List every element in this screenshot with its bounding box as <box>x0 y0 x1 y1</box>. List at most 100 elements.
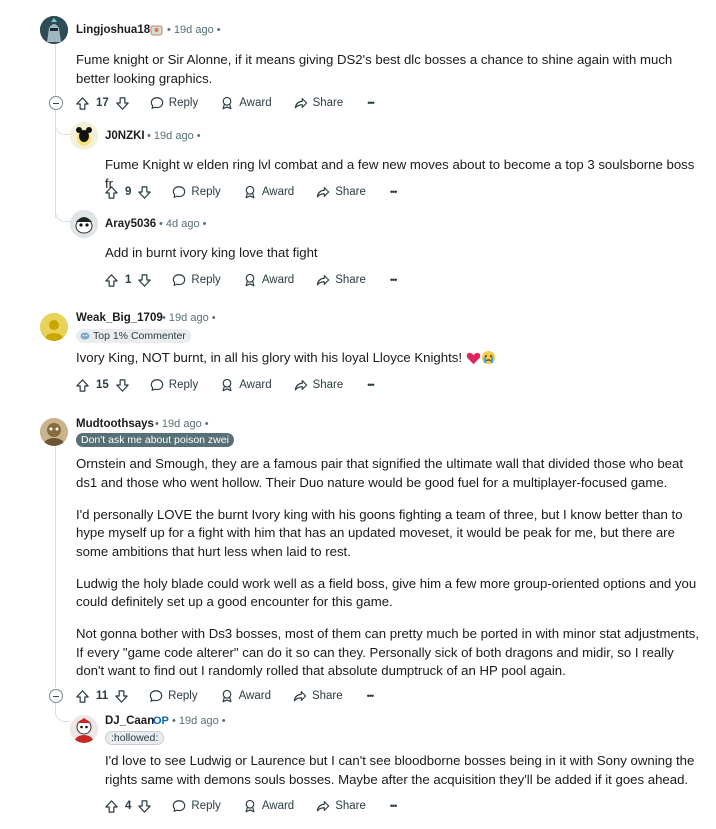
award-button[interactable]: Award <box>220 96 272 110</box>
reply-icon <box>150 379 164 392</box>
avatar[interactable] <box>70 210 98 238</box>
comment-paragraph: Ornstein and Smough, they are a famous p… <box>76 456 683 490</box>
snoo-badge-icon <box>150 23 163 36</box>
award-button[interactable]: Award <box>243 799 294 813</box>
downvote-button[interactable] <box>137 273 152 288</box>
comment-author[interactable]: DJ_Caan <box>105 715 154 727</box>
reply-button[interactable]: Reply <box>172 799 221 813</box>
collapse-thread-button[interactable] <box>49 96 63 110</box>
more-options-button[interactable]: ••• <box>390 187 398 197</box>
downvote-button[interactable] <box>115 96 130 111</box>
avatar[interactable] <box>40 313 68 341</box>
share-icon <box>293 691 307 702</box>
award-label: Award <box>261 800 295 812</box>
reply-label: Reply <box>168 690 198 702</box>
avatar-knight-icon <box>40 16 68 44</box>
vote-count: 17 <box>96 97 109 109</box>
award-icon <box>222 689 232 703</box>
downvote-button[interactable] <box>115 378 130 393</box>
comment-text: Ivory King, NOT burnt, in all his glory … <box>76 350 463 365</box>
downvote-icon <box>116 96 129 110</box>
downvote-button[interactable] <box>114 689 129 704</box>
downvote-icon <box>116 378 129 392</box>
comment-actions: 17 Reply Award Share ••• <box>75 93 375 113</box>
comment-paragraph: Ivory King, NOT burnt, in all his glory … <box>76 349 696 371</box>
upvote-button[interactable] <box>104 185 119 200</box>
thread-connector <box>55 703 70 722</box>
reply-label: Reply <box>191 274 221 286</box>
comment-author[interactable]: Weak_Big_1709 <box>76 312 163 324</box>
collapse-thread-button[interactable] <box>49 689 63 703</box>
more-options-button[interactable]: ••• <box>389 801 398 811</box>
commenter-badge-icon <box>80 332 90 340</box>
upvote-button[interactable] <box>75 689 90 704</box>
share-button[interactable]: Share <box>294 378 344 392</box>
downvote-icon <box>115 689 128 703</box>
upvote-button[interactable] <box>104 799 119 814</box>
share-button[interactable]: Share <box>316 273 366 287</box>
more-options-icon: ••• <box>389 275 398 285</box>
more-options-button[interactable]: ••• <box>389 275 398 285</box>
award-button[interactable]: Award <box>220 689 271 703</box>
award-button[interactable]: Award <box>243 185 294 199</box>
share-label: Share <box>312 379 344 391</box>
reply-button[interactable]: Reply <box>150 378 198 392</box>
comment-paragraph: Not gonna bother with Ds3 bosses, most o… <box>76 626 700 678</box>
share-button[interactable]: Share <box>294 96 344 110</box>
downvote-button[interactable] <box>137 799 152 814</box>
award-icon <box>245 185 255 199</box>
award-label: Award <box>261 186 295 198</box>
share-label: Share <box>311 690 343 702</box>
comment-author[interactable]: Mudtoothsays <box>76 418 154 430</box>
reply-label: Reply <box>168 97 199 109</box>
share-icon <box>316 801 330 812</box>
award-icon <box>245 273 255 287</box>
thread-connector <box>55 203 70 222</box>
award-icon <box>222 96 232 110</box>
comment-author[interactable]: J0NZKI <box>105 130 145 142</box>
more-options-icon: ••• <box>367 380 375 390</box>
share-button[interactable]: Share <box>316 185 366 199</box>
more-options-icon: ••• <box>389 801 398 811</box>
user-flair-text: Top 1% Commenter <box>93 330 186 342</box>
crying-face-emoji-icon <box>481 350 496 371</box>
share-button[interactable]: Share <box>316 799 366 813</box>
upvote-button[interactable] <box>75 96 90 111</box>
user-flair: Don't ask me about poison zwei <box>76 433 234 447</box>
award-icon <box>245 799 255 813</box>
comment-paragraph: Add in burnt ivory king love that fight <box>105 245 318 260</box>
comment-actions: 11 Reply Award Share ••• <box>75 686 375 706</box>
comment-actions: 1 Reply Award Share ••• <box>104 270 398 290</box>
comment-author[interactable]: Aray5036 <box>105 218 156 230</box>
avatar[interactable] <box>40 16 68 44</box>
avatar[interactable] <box>70 122 98 150</box>
comment-body: Ornstein and Smough, they are a famous p… <box>76 455 701 694</box>
user-flair: :hollowed: <box>105 731 165 745</box>
thread-line <box>55 44 56 96</box>
avatar[interactable] <box>70 715 98 743</box>
avatar[interactable] <box>40 418 68 446</box>
upvote-icon <box>105 273 118 287</box>
share-button[interactable]: Share <box>293 689 343 703</box>
reply-button[interactable]: Reply <box>150 96 198 110</box>
share-label: Share <box>312 97 344 109</box>
award-button[interactable]: Award <box>220 378 272 392</box>
award-button[interactable]: Award <box>243 273 294 287</box>
more-options-button[interactable]: ••• <box>367 98 375 108</box>
reply-button[interactable]: Reply <box>149 689 198 703</box>
more-options-icon: ••• <box>367 98 375 108</box>
downvote-button[interactable] <box>137 185 152 200</box>
upvote-icon <box>105 799 118 813</box>
comment-paragraph: Fume knight or Sir Alonne, if it means g… <box>76 52 673 86</box>
upvote-button[interactable] <box>75 378 90 393</box>
upvote-button[interactable] <box>104 273 119 288</box>
comment-author[interactable]: Lingjoshua18 <box>76 24 150 36</box>
reply-button[interactable]: Reply <box>172 273 221 287</box>
reply-button[interactable]: Reply <box>172 185 221 199</box>
more-options-button[interactable]: ••• <box>367 691 375 701</box>
comment-paragraph: I'd personally LOVE the burnt Ivory king… <box>76 506 683 559</box>
share-label: Share <box>335 186 366 198</box>
comment-actions: 15 Reply Award Share ••• <box>75 375 375 395</box>
reply-icon <box>173 186 186 199</box>
more-options-button[interactable]: ••• <box>367 380 375 390</box>
